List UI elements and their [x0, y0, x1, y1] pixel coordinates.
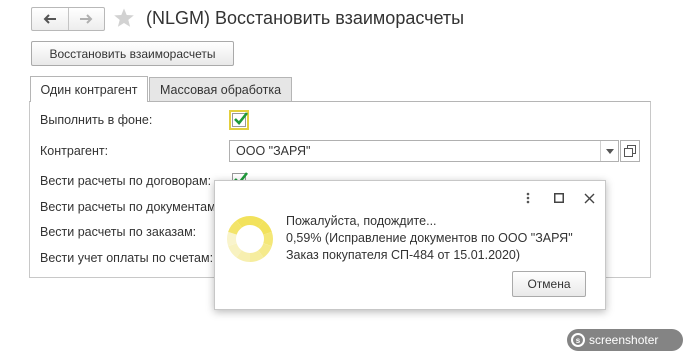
- counterparty-dropdown-button[interactable]: [600, 141, 619, 161]
- forward-arrow-icon: [80, 14, 93, 24]
- run-in-background-checkbox[interactable]: [229, 110, 249, 130]
- page-title: (NLGM) Восстановить взаиморасчеты: [146, 8, 465, 28]
- navigation-buttons: [31, 7, 105, 31]
- by-contracts-label: Вести расчеты по договорам:: [40, 174, 212, 188]
- open-window-icon: [624, 145, 636, 157]
- more-options-button[interactable]: [519, 189, 537, 207]
- screenshoter-logo-icon: s: [571, 333, 585, 347]
- by-orders-label: Вести расчеты по заказам:: [40, 225, 197, 239]
- cancel-button[interactable]: Отмена: [512, 271, 586, 297]
- by-invoices-label: Вести учет оплаты по счетам:: [40, 251, 214, 265]
- dropdown-arrow-icon: [606, 148, 614, 154]
- restore-settlements-button[interactable]: Восстановить взаиморасчеты: [31, 41, 234, 66]
- screenshoter-watermark: s screenshoter: [567, 329, 683, 351]
- maximize-icon: [554, 193, 564, 203]
- current-document-message: Заказ покупателя СП-484 от 15.01.2020): [286, 248, 521, 262]
- by-documents-label: Вести расчеты по документам:: [40, 200, 220, 214]
- more-options-icon: [526, 192, 530, 204]
- maximize-button[interactable]: [550, 189, 568, 207]
- tab-single-counterparty[interactable]: Один контрагент: [30, 76, 148, 102]
- tab-bulk-processing[interactable]: Массовая обработка: [149, 77, 292, 102]
- forward-button[interactable]: [67, 8, 105, 30]
- spinner-icon: [227, 216, 273, 262]
- counterparty-open-button[interactable]: [620, 140, 640, 162]
- counterparty-value: ООО "ЗАРЯ": [236, 144, 311, 158]
- run-in-background-label: Выполнить в фоне:: [40, 113, 153, 127]
- close-button[interactable]: [580, 189, 598, 207]
- close-icon: [584, 193, 594, 203]
- back-arrow-icon: [43, 14, 56, 24]
- back-button[interactable]: [32, 8, 68, 30]
- counterparty-field[interactable]: ООО "ЗАРЯ": [229, 140, 619, 162]
- wait-message: Пожалуйста, подождите...: [286, 214, 437, 228]
- progress-message: 0,59% (Исправление документов по ООО "ЗА…: [286, 231, 573, 245]
- watermark-text: screenshoter: [589, 333, 659, 347]
- checkmark-icon: [234, 112, 249, 125]
- counterparty-label: Контрагент:: [40, 144, 109, 158]
- favorite-star-icon[interactable]: [113, 7, 135, 29]
